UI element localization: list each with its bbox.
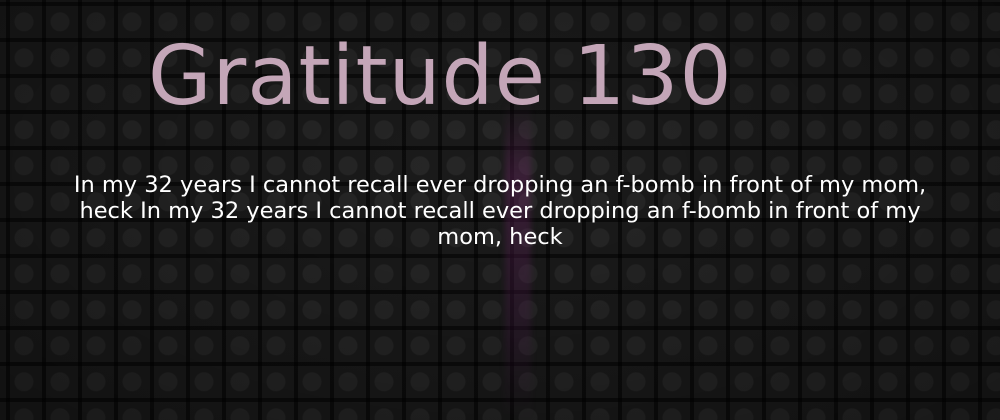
page-title: Gratitude 130 — [148, 29, 733, 124]
cover-card: Gratitude 130 In my 32 years I cannot re… — [0, 0, 1000, 420]
post-excerpt: In my 32 years I cannot recall ever drop… — [73, 172, 927, 250]
